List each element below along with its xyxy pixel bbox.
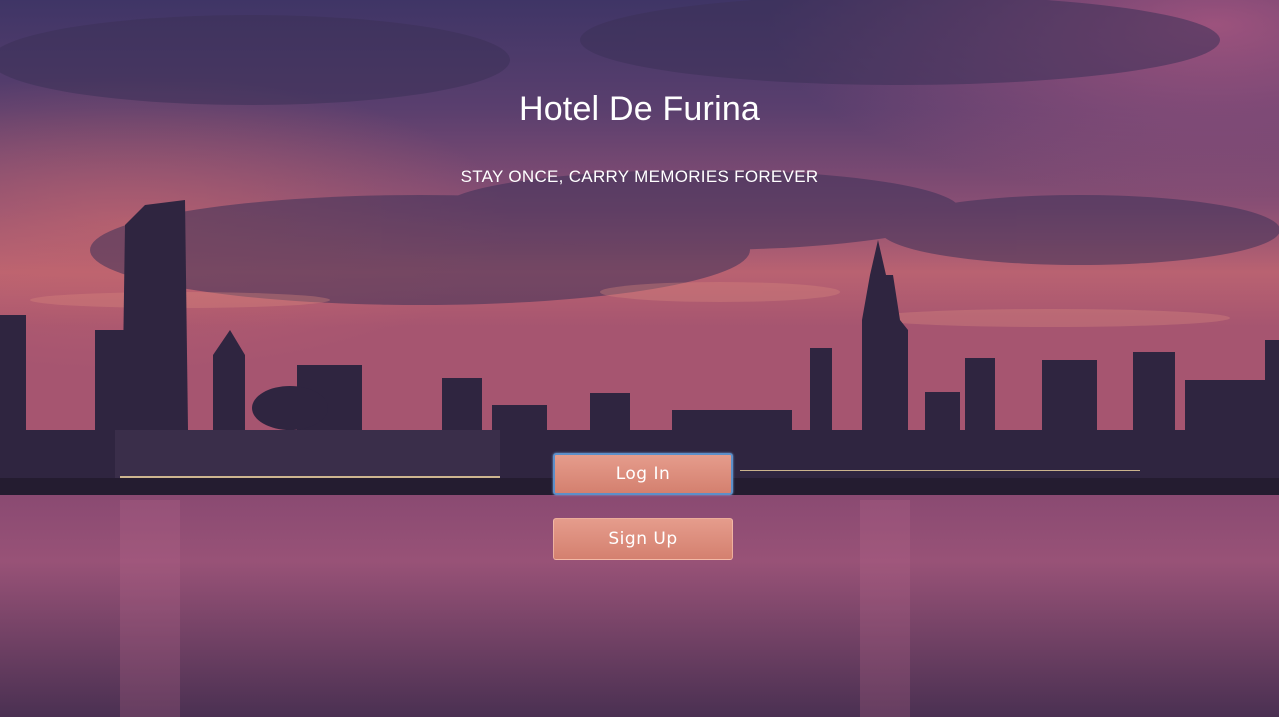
hotel-title: Hotel De Furina bbox=[518, 90, 761, 128]
hero-overlay: Hotel De Furina STAY ONCE, CARRY MEMORIE… bbox=[0, 0, 1279, 717]
landing-page: Hotel De Furina STAY ONCE, CARRY MEMORIE… bbox=[0, 0, 1279, 717]
hotel-tagline: STAY ONCE, CARRY MEMORIES FOREVER bbox=[460, 167, 819, 186]
signup-button[interactable]: Sign Up bbox=[553, 518, 733, 560]
login-button[interactable]: Log In bbox=[553, 453, 733, 495]
